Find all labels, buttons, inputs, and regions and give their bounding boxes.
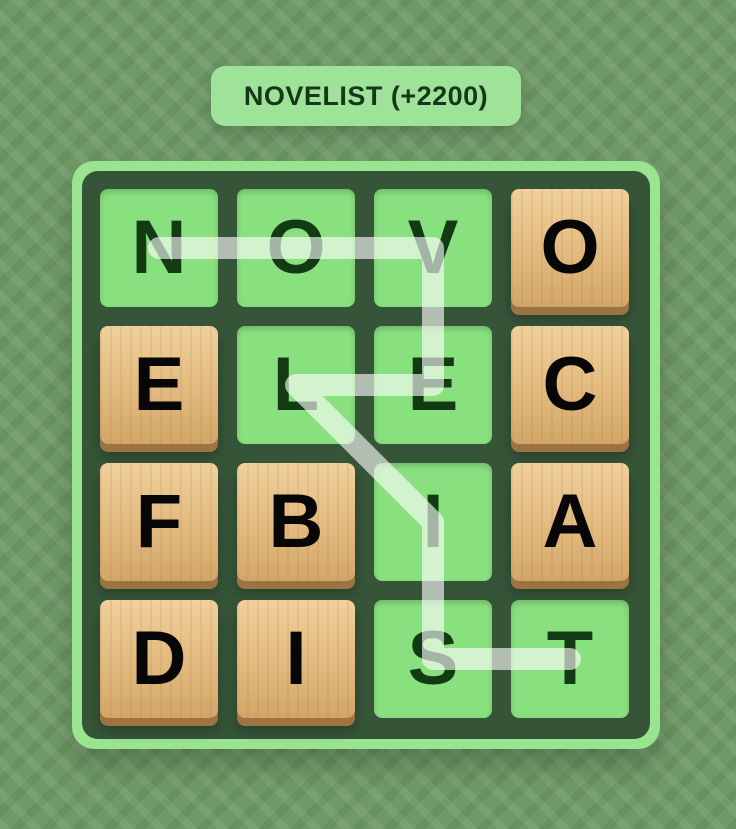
tile-letter: V [407, 205, 459, 290]
tile-letter: L [272, 342, 320, 427]
tile-letter: E [133, 342, 185, 427]
tile-r0-c2[interactable]: V [374, 189, 492, 307]
tile-r1-c3[interactable]: C [511, 326, 629, 444]
tile-r1-c0[interactable]: E [100, 326, 218, 444]
tile-letter: I [422, 479, 444, 564]
tile-letter: N [131, 205, 187, 290]
tile-r2-c1[interactable]: B [237, 463, 355, 581]
tile-letter: A [542, 479, 598, 564]
tile-letter: E [407, 342, 459, 427]
found-word-badge: NOVELIST (+2200) [211, 66, 521, 126]
tile-r2-c2[interactable]: I [374, 463, 492, 581]
found-word-label: NOVELIST (+2200) [243, 80, 489, 111]
tile-r2-c0[interactable]: F [100, 463, 218, 581]
tile-r0-c0[interactable]: N [100, 189, 218, 307]
tile-letter: S [407, 616, 459, 701]
tile-r3-c0[interactable]: D [100, 600, 218, 718]
tile-letter: B [268, 479, 324, 564]
tile-letter: O [266, 205, 326, 290]
tile-r1-c2[interactable]: E [374, 326, 492, 444]
tile-r2-c3[interactable]: A [511, 463, 629, 581]
tile-letter: I [285, 616, 307, 701]
tile-letter: F [135, 479, 183, 564]
tile-letter: D [131, 616, 187, 701]
tile-r1-c1[interactable]: L [237, 326, 355, 444]
tile-letter: T [546, 616, 594, 701]
tile-r3-c3[interactable]: T [511, 600, 629, 718]
tile-letter: O [540, 205, 600, 290]
tile-letter: C [542, 342, 598, 427]
tile-r0-c1[interactable]: O [237, 189, 355, 307]
tile-r0-c3[interactable]: O [511, 189, 629, 307]
tile-r3-c2[interactable]: S [374, 600, 492, 718]
tile-r3-c1[interactable]: I [237, 600, 355, 718]
